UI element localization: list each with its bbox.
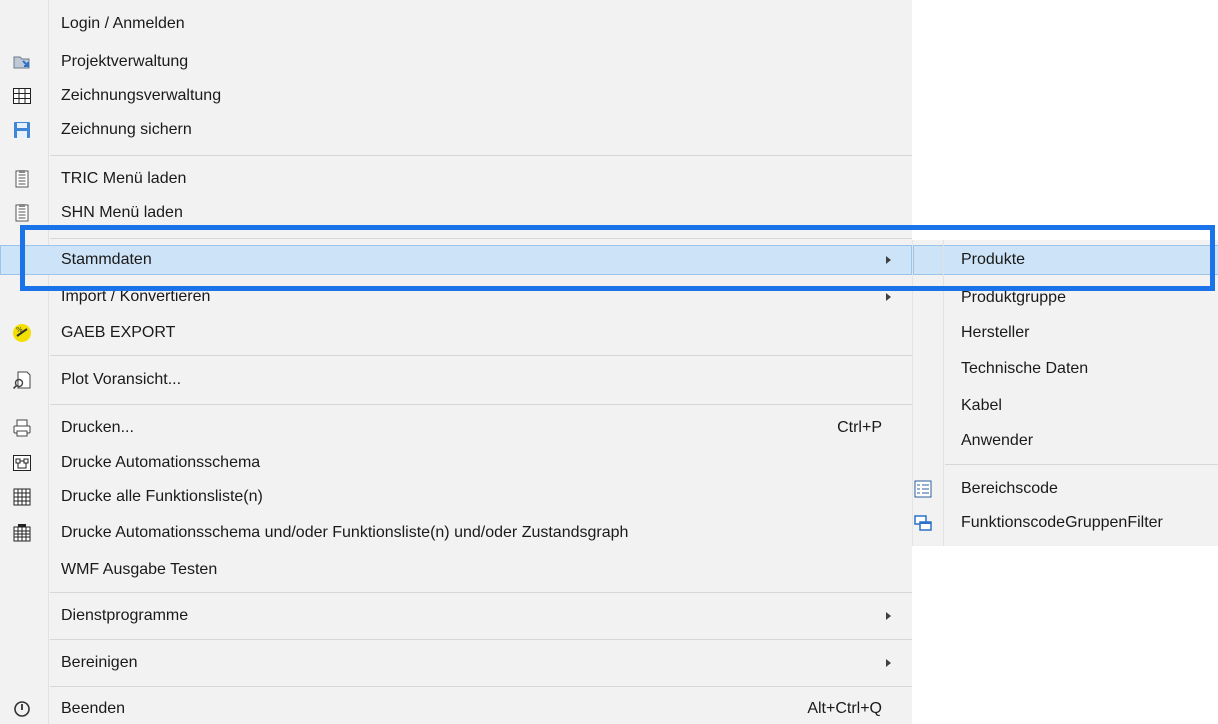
menu-item-label: WMF Ausgabe Testen	[61, 561, 218, 578]
submenu-item-label: Technische Daten	[961, 360, 1089, 377]
schema-icon	[12, 453, 32, 473]
menu-item-label: Dienstprogramme	[61, 607, 189, 624]
menu-item-label: Login / Anmelden	[61, 15, 185, 32]
submenu-item-label: Kabel	[961, 397, 1002, 414]
submenu-separator	[945, 464, 1218, 465]
menu-item-drucke-automationsschema[interactable]: Drucke Automationsschema	[0, 448, 912, 478]
shortcut-label: Alt+Ctrl+Q	[807, 700, 882, 717]
submenu-item-kabel[interactable]: Kabel	[913, 391, 1218, 421]
submenu-item-label: Hersteller	[961, 324, 1030, 341]
submenu-item-funktionscodegruppenfilter[interactable]: FunktionscodeGruppenFilter	[913, 508, 1218, 538]
menu-separator	[50, 355, 912, 356]
list-icon	[913, 479, 933, 499]
menu-item-shn-menu-laden[interactable]: SHN Menü laden	[0, 198, 912, 228]
shortcut-label: Ctrl+P	[837, 419, 882, 436]
menu-separator	[50, 639, 912, 640]
menu-item-label: Zeichnung sichern	[61, 121, 192, 138]
chevron-right-icon	[886, 659, 891, 667]
context-menu: Login / Anmelden Projektverwaltung Zeich…	[0, 0, 912, 724]
table-icon	[12, 487, 32, 507]
folder-arrow-icon	[12, 52, 32, 72]
menu-item-label: TRIC Menü laden	[61, 170, 187, 187]
menu-item-label: Drucke alle Funktionsliste(n)	[61, 488, 263, 505]
menu-item-beenden[interactable]: Beenden Alt+Ctrl+Q	[0, 694, 912, 724]
menu-separator	[50, 592, 912, 593]
menu-item-label: Beenden	[61, 700, 126, 717]
chevron-right-icon	[886, 612, 891, 620]
menu-item-wmf-ausgabe-testen[interactable]: WMF Ausgabe Testen	[0, 555, 912, 585]
menu-separator	[50, 155, 912, 156]
svg-text:%: %	[16, 326, 23, 334]
printer-icon	[12, 418, 32, 438]
submenu-item-label: Bereichscode	[961, 480, 1058, 497]
power-icon	[12, 699, 32, 719]
menu-item-label: Drucke Automationsschema	[61, 454, 261, 471]
document-icon	[12, 169, 32, 189]
menu-item-plot-voransicht[interactable]: Plot Voransicht...	[0, 365, 912, 395]
submenu-item-label: Anwender	[961, 432, 1034, 449]
focus-highlight-box	[20, 225, 1215, 291]
menu-item-label: Projektverwaltung	[61, 53, 189, 70]
menu-item-projektverwaltung[interactable]: Projektverwaltung	[0, 47, 912, 77]
menu-separator	[50, 404, 912, 405]
chevron-right-icon	[886, 293, 891, 301]
menu-item-tric-menu-laden[interactable]: TRIC Menü laden	[0, 164, 912, 194]
table-print-icon	[12, 523, 32, 543]
menu-item-bereinigen[interactable]: Bereinigen	[0, 648, 912, 678]
submenu-item-anwender[interactable]: Anwender	[913, 426, 1218, 456]
menu-item-label: SHN Menü laden	[61, 204, 183, 221]
document-icon	[12, 203, 32, 223]
grid-icon	[12, 86, 32, 106]
windows-icon	[913, 513, 933, 533]
submenu-item-hersteller[interactable]: Hersteller	[913, 318, 1218, 348]
menu-item-label: Zeichnungsverwaltung	[61, 87, 222, 104]
menu-separator	[50, 686, 912, 687]
menu-item-gaeb-export[interactable]: % GAEB EXPORT	[0, 318, 912, 348]
submenu-item-technische-daten[interactable]: Technische Daten	[913, 354, 1218, 384]
submenu-item-label: Produktgruppe	[961, 289, 1066, 306]
menu-item-dienstprogramme[interactable]: Dienstprogramme	[0, 601, 912, 631]
preview-icon	[12, 370, 32, 390]
submenu-item-bereichscode[interactable]: Bereichscode	[913, 474, 1218, 504]
menu-item-label: Bereinigen	[61, 654, 138, 671]
gaeb-export-icon: %	[12, 323, 32, 343]
menu-item-label: GAEB EXPORT	[61, 324, 176, 341]
menu-item-label: Drucken...	[61, 419, 134, 436]
menu-item-drucke-automationsschema-funktionsliste-zustandsgraph[interactable]: Drucke Automationsschema und/oder Funkti…	[0, 518, 912, 548]
menu-item-login[interactable]: Login / Anmelden	[0, 9, 912, 39]
menu-item-label: Drucke Automationsschema und/oder Funkti…	[61, 524, 629, 541]
menu-item-zeichnung-sichern[interactable]: Zeichnung sichern	[0, 115, 912, 145]
submenu-item-label: FunktionscodeGruppenFilter	[961, 514, 1163, 531]
menu-item-zeichnungsverwaltung[interactable]: Zeichnungsverwaltung	[0, 81, 912, 111]
menu-item-label: Plot Voransicht...	[61, 371, 182, 388]
save-icon	[12, 120, 32, 140]
menu-item-drucke-funktionsliste[interactable]: Drucke alle Funktionsliste(n)	[0, 482, 912, 512]
menu-item-drucken[interactable]: Drucken... Ctrl+P	[0, 413, 912, 443]
